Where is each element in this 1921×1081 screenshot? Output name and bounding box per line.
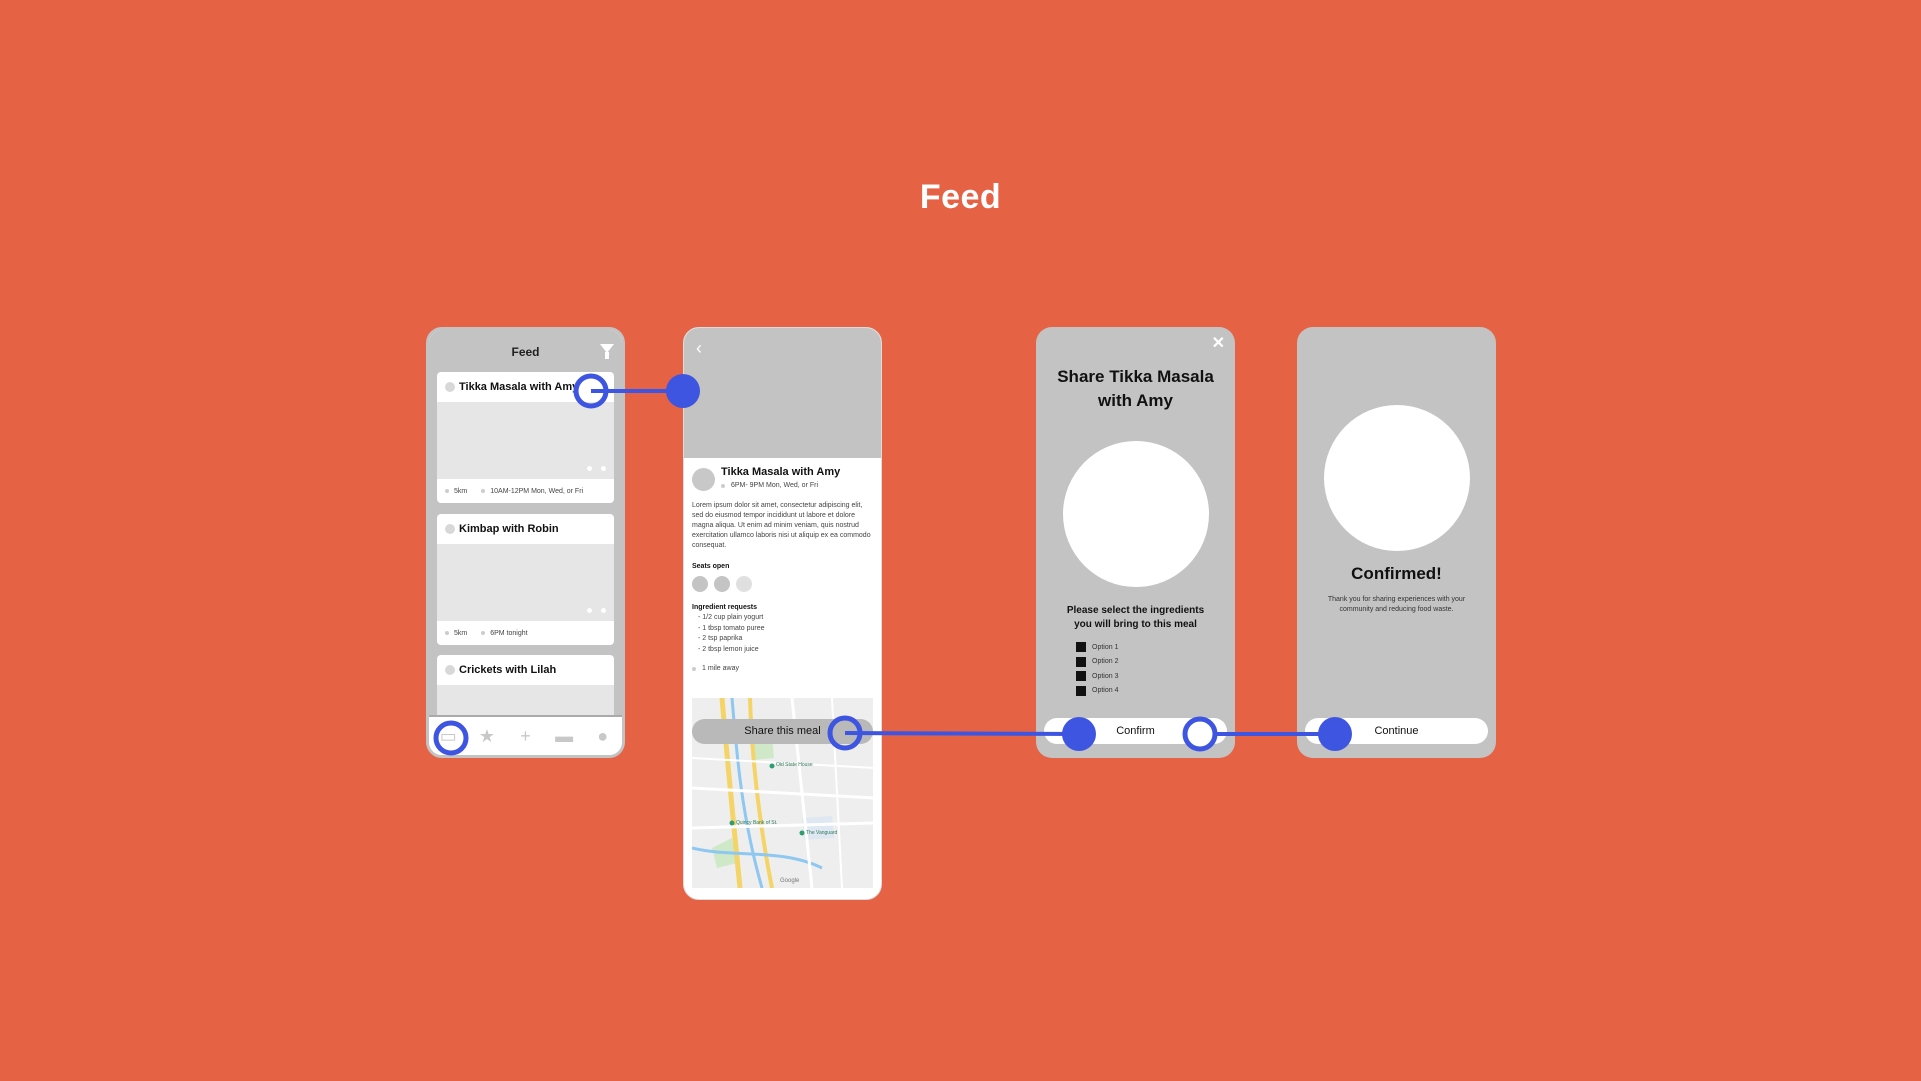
- flow-link: [844, 731, 1080, 736]
- flow-end-marker: [1062, 717, 1096, 751]
- flow-end-marker: [666, 374, 700, 408]
- flow-connectors: [433, 373, 1352, 756]
- flow-start-marker: [1182, 716, 1218, 752]
- flow-end-marker: [1318, 717, 1352, 751]
- flow-start-marker: [433, 720, 469, 756]
